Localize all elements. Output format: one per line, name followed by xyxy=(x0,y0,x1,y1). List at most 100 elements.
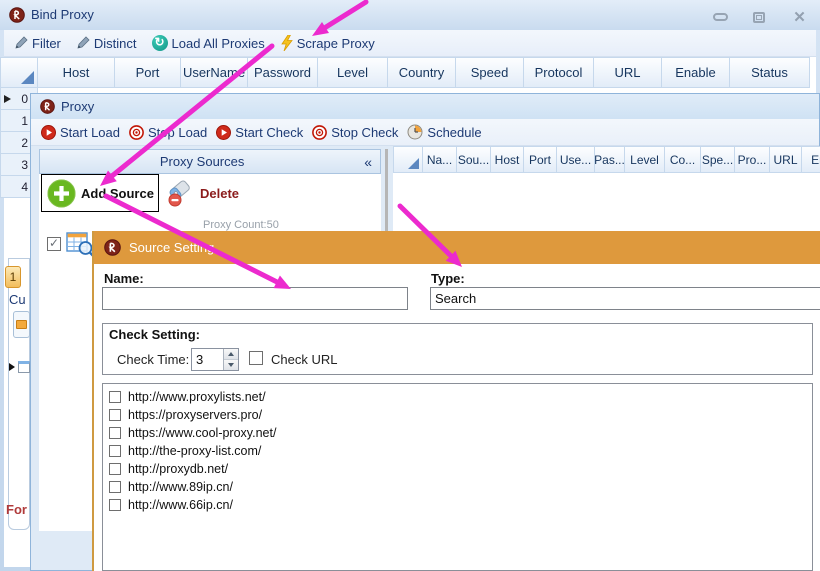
pcolumn-header-password[interactable]: Pas... xyxy=(595,146,625,173)
tree-item[interactable] xyxy=(9,361,30,373)
list-item[interactable]: https://www.cool-proxy.net/ xyxy=(109,424,812,442)
add-source-button[interactable]: Add Source xyxy=(41,174,159,212)
column-header-level[interactable]: Level xyxy=(318,57,388,88)
stop-load-button[interactable]: Stop Load xyxy=(129,125,207,140)
url-label[interactable]: http://proxydb.net/ xyxy=(128,462,228,476)
clock-icon xyxy=(407,124,423,140)
lightning-icon xyxy=(280,35,293,51)
scrape-proxy-button[interactable]: Scrape Proxy xyxy=(280,35,375,51)
maximize-icon[interactable] xyxy=(749,10,769,24)
list-item[interactable]: http://www.proxylists.net/ xyxy=(109,388,812,406)
type-label: Type: xyxy=(431,271,465,286)
url-checkbox[interactable] xyxy=(109,409,121,421)
url-checkbox[interactable] xyxy=(109,445,121,457)
list-item[interactable]: http://proxydb.net/ xyxy=(109,460,812,478)
url-checkbox[interactable] xyxy=(109,463,121,475)
proxy-title-bar: Proxy xyxy=(31,94,819,119)
stop-check-button[interactable]: Stop Check xyxy=(312,125,398,140)
pcolumn-header-source[interactable]: Sou... xyxy=(457,146,491,173)
pcolumn-header-speed[interactable]: Spe... xyxy=(701,146,735,173)
play-icon xyxy=(41,125,56,140)
dock-panel-label: Cu xyxy=(9,292,26,307)
list-item[interactable]: http://the-proxy-list.com/ xyxy=(109,442,812,460)
check-time-value[interactable]: 3 xyxy=(192,349,223,370)
column-header-protocol[interactable]: Protocol xyxy=(524,57,594,88)
source-checkbox[interactable] xyxy=(47,237,61,251)
delete-button[interactable]: Delete xyxy=(165,178,239,208)
check-time-label: Check Time: xyxy=(117,352,189,367)
url-label[interactable]: https://www.cool-proxy.net/ xyxy=(128,426,276,440)
url-checkbox[interactable] xyxy=(109,391,121,403)
corner-triangle-icon xyxy=(21,71,34,84)
main-title-bar: Bind Proxy ✕ xyxy=(0,0,820,30)
pcolumn-header-name[interactable]: Na... xyxy=(423,146,457,173)
name-input[interactable] xyxy=(102,287,408,310)
minimize-icon[interactable] xyxy=(710,10,730,24)
dialog-title-bar: Source Setting xyxy=(94,231,820,264)
proxy-window-title: Proxy xyxy=(61,99,94,114)
check-time-stepper[interactable]: 3 xyxy=(191,348,239,371)
url-label[interactable]: http://the-proxy-list.com/ xyxy=(128,444,261,458)
column-header-password[interactable]: Password xyxy=(248,57,318,88)
column-header-enable[interactable]: Enable xyxy=(662,57,730,88)
select-all-corner[interactable] xyxy=(0,57,38,88)
check-url-checkbox[interactable] xyxy=(249,351,263,365)
column-header-host[interactable]: Host xyxy=(38,57,115,88)
app-icon xyxy=(104,239,121,256)
column-header-country[interactable]: Country xyxy=(388,57,456,88)
proxy-count-label: Proxy Count:50 xyxy=(203,219,279,231)
url-label[interactable]: http://www.89ip.cn/ xyxy=(128,480,233,494)
panel-splitter[interactable] xyxy=(385,149,388,234)
column-header-status[interactable]: Status xyxy=(730,57,810,88)
url-checkbox[interactable] xyxy=(109,499,121,511)
pcolumn-header-url[interactable]: URL xyxy=(770,146,802,173)
main-window-title: Bind Proxy xyxy=(31,7,94,22)
pcolumn-header-level[interactable]: Level xyxy=(625,146,665,173)
url-label[interactable]: http://www.proxylists.net/ xyxy=(128,390,266,404)
url-checkbox[interactable] xyxy=(109,427,121,439)
pcolumn-header-port[interactable]: Port xyxy=(524,146,557,173)
proxy-sources-header: Proxy Sources « xyxy=(39,149,381,174)
schedule-button[interactable]: Schedule xyxy=(407,124,481,140)
dock-tab[interactable] xyxy=(13,311,30,338)
url-label[interactable]: http://www.66ip.cn/ xyxy=(128,498,233,512)
pcolumn-header-protocol[interactable]: Pro... xyxy=(735,146,770,173)
column-header-port[interactable]: Port xyxy=(115,57,181,88)
stop-target-icon xyxy=(129,125,144,140)
expand-icon[interactable] xyxy=(9,363,15,371)
source-list-item[interactable] xyxy=(47,231,94,257)
filter-button[interactable]: Filter xyxy=(14,36,61,51)
check-url-label: Check URL xyxy=(271,352,337,367)
start-load-button[interactable]: Start Load xyxy=(41,125,120,140)
list-item[interactable]: https://proxyservers.pro/ xyxy=(109,406,812,424)
load-all-proxies-button[interactable]: ↻ Load All Proxies xyxy=(152,35,265,51)
pcolumn-header-username[interactable]: Use... xyxy=(557,146,595,173)
column-header-username[interactable]: UserName xyxy=(181,57,248,88)
app-icon xyxy=(40,99,55,114)
pcolumn-header-host[interactable]: Host xyxy=(491,146,524,173)
type-dropdown[interactable]: Search xyxy=(430,287,820,310)
column-header-url[interactable]: URL xyxy=(594,57,662,88)
pcolumn-header-country[interactable]: Co... xyxy=(665,146,701,173)
list-item[interactable]: http://www.89ip.cn/ xyxy=(109,478,812,496)
delete-tag-icon xyxy=(165,178,197,208)
select-all-corner[interactable] xyxy=(393,146,423,173)
start-check-button[interactable]: Start Check xyxy=(216,125,303,140)
stepper-up-icon[interactable] xyxy=(224,349,238,360)
close-icon[interactable]: ✕ xyxy=(789,10,809,24)
stepper-down-icon[interactable] xyxy=(224,360,238,370)
filter-label: Filter xyxy=(32,36,61,51)
check-setting-label: Check Setting: xyxy=(109,327,200,342)
url-label[interactable]: https://proxyservers.pro/ xyxy=(128,408,262,422)
source-setting-dialog: Source Setting Name: Type: Search Check … xyxy=(92,231,820,571)
add-source-label: Add Source xyxy=(81,186,154,201)
distinct-button[interactable]: Distinct xyxy=(76,36,137,51)
url-checkbox[interactable] xyxy=(109,481,121,493)
list-item[interactable]: http://www.66ip.cn/ xyxy=(109,496,812,514)
corner-triangle-icon xyxy=(408,158,419,169)
pcolumn-header-enable[interactable]: En xyxy=(802,146,820,173)
collapse-icon[interactable]: « xyxy=(364,154,380,170)
dialog-title: Source Setting xyxy=(129,240,214,255)
column-header-speed[interactable]: Speed xyxy=(456,57,524,88)
dock-badge[interactable]: 1 xyxy=(5,266,21,288)
